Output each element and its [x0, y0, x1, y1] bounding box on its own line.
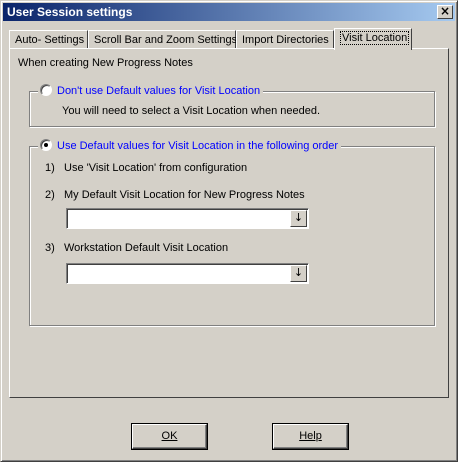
no-default-radio-label: Don't use Default values for Visit Locat…	[57, 85, 261, 97]
panel-caption: When creating New Progress Notes	[18, 57, 193, 69]
dialog-window: User Session settings × Auto- Settings S…	[0, 0, 458, 462]
tab-label: Scroll Bar and Zoom Settings	[94, 34, 238, 46]
order-item-2-text: My Default Visit Location for New Progre…	[64, 189, 305, 201]
use-default-radio-option[interactable]: Use Default values for Visit Location in…	[38, 139, 342, 153]
order-item-3-text: Workstation Default Visit Location	[64, 242, 229, 254]
dropdown-arrow-icon[interactable]: ↓	[290, 265, 307, 282]
help-button[interactable]: Help	[272, 423, 349, 450]
tab-label: Auto- Settings	[15, 34, 85, 46]
no-default-radio-option[interactable]: Don't use Default values for Visit Locat…	[38, 84, 264, 98]
tab-auto-settings[interactable]: Auto- Settings	[9, 30, 88, 49]
use-default-radio-label: Use Default values for Visit Location in…	[57, 140, 339, 152]
tab-label: Import Directories	[242, 34, 329, 46]
workstation-default-visit-location-combo[interactable]: ↓	[66, 263, 309, 284]
dropdown-arrow-icon[interactable]: ↓	[290, 210, 307, 227]
help-button-label: Help	[299, 430, 322, 442]
window-title: User Session settings	[7, 5, 133, 19]
tab-label: Visit Location	[340, 31, 410, 45]
tab-import-directories[interactable]: Import Directories	[236, 30, 334, 49]
order-item-3-number: 3)	[45, 242, 55, 254]
close-icon[interactable]: ×	[437, 5, 453, 19]
order-item-1-number: 1)	[45, 162, 55, 174]
ok-button-label: OK	[161, 430, 178, 442]
no-default-note: You will need to select a Visit Location…	[62, 105, 321, 117]
ok-button[interactable]: OK	[131, 423, 208, 450]
radio-button-unchecked[interactable]	[40, 84, 52, 96]
tab-visit-location[interactable]: Visit Location	[334, 28, 412, 50]
tab-scroll-bar-zoom[interactable]: Scroll Bar and Zoom Settings	[88, 30, 238, 49]
title-bar[interactable]: User Session settings ×	[3, 3, 455, 21]
order-item-2-number: 2)	[45, 189, 55, 201]
my-default-visit-location-combo[interactable]: ↓	[66, 208, 309, 229]
radio-button-checked[interactable]	[40, 139, 52, 151]
order-item-1-text: Use 'Visit Location' from configuration	[64, 162, 248, 174]
